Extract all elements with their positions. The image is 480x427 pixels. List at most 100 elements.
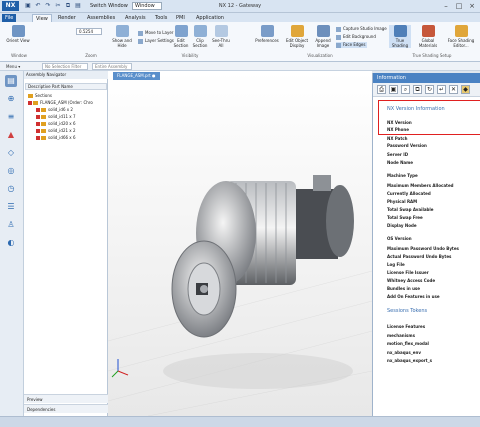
folder-icon — [28, 94, 33, 98]
maximize-button[interactable]: □ — [453, 1, 465, 11]
refresh-icon[interactable]: ↻ — [425, 85, 434, 94]
background-icon — [336, 34, 341, 40]
checkbox-icon — [36, 115, 40, 119]
dependencies-panel-header[interactable]: Dependencies — [24, 404, 108, 413]
information-window: Information ⎙ ▣ ⌕ ⧉ ↻ ↵ ✕ ◆ NX Version I… — [372, 73, 480, 416]
info-row: Actual Password Undo Bytes — [387, 254, 452, 259]
capture-studio-image-button[interactable]: Capture Studio Image — [336, 26, 387, 32]
preferences-button[interactable]: Preferences — [254, 25, 280, 43]
layer-settings-button[interactable]: Layer Settings — [138, 38, 174, 44]
append-image-icon — [316, 25, 330, 37]
find-icon[interactable]: ⌕ — [401, 85, 410, 94]
tab-application[interactable]: Application — [193, 14, 227, 22]
window-title: NX 12 - Gateway — [218, 3, 262, 9]
orient-view-button[interactable]: Orient View — [6, 25, 30, 43]
see-thru-all-button[interactable]: See-Thru All — [211, 25, 231, 48]
edit-background-button[interactable]: Edit Background — [336, 34, 376, 40]
info-row: Display Node — [387, 223, 417, 228]
ribbon: Orient View Window 0.5254 Zoom Show and … — [0, 22, 480, 62]
info-row: NX Patch — [387, 136, 408, 141]
info-row: Node Name — [387, 160, 413, 165]
section-icon — [174, 25, 188, 37]
close-button[interactable]: × — [466, 1, 478, 11]
save-icon[interactable]: ▣ — [389, 85, 398, 94]
tree-item-sections[interactable]: Sections — [28, 92, 52, 99]
true-shading-icon — [393, 25, 407, 37]
global-materials-button[interactable]: Global Materials — [417, 25, 439, 48]
minimize-button[interactable]: – — [440, 1, 452, 11]
hd3d-tools-icon[interactable]: ◇ — [5, 147, 17, 159]
append-image-button[interactable]: Append Image — [312, 25, 334, 48]
show-hide-icon — [115, 25, 129, 37]
roles-icon[interactable]: ♙ — [5, 219, 17, 231]
tab-analysis[interactable]: Analysis — [122, 14, 149, 22]
constraint-navigator-icon[interactable]: ⊕ — [5, 93, 17, 105]
clip-section-icon — [193, 25, 207, 37]
checkbox-icon — [36, 122, 40, 126]
assembly-navigator-icon[interactable]: ▤ — [5, 75, 17, 87]
checkbox-icon — [36, 136, 40, 140]
tree-item-root-assembly[interactable]: FLANGE_ASM (Order: Chro — [28, 99, 93, 106]
print-icon[interactable]: ⎙ — [377, 85, 386, 94]
info-row: NX Version — [387, 120, 412, 125]
info-row: Maximum Members Allocated — [387, 183, 454, 188]
part-icon — [41, 122, 46, 126]
info-row: Whitney Access Code — [387, 278, 436, 283]
preview-panel-header[interactable]: Preview — [24, 394, 108, 403]
edit-section-button[interactable]: Edit Section — [172, 25, 190, 48]
info-row: Log File — [387, 262, 405, 267]
part-icon — [41, 129, 46, 133]
information-title: Information — [373, 73, 480, 83]
part-icon — [41, 108, 46, 112]
menu-button[interactable]: Menu ▾ — [6, 63, 20, 70]
tab-tools[interactable]: Tools — [152, 14, 170, 22]
face-edges-button[interactable]: Face Edges — [336, 42, 368, 48]
tree-item-part[interactable]: solid_id11 x 7 — [36, 113, 76, 120]
ribbon-tabs: File View Render Assemblies Analysis Too… — [0, 13, 480, 22]
model-viewport[interactable] — [108, 71, 372, 416]
tree-item-part[interactable]: solid_id21 x 2 — [36, 127, 76, 134]
tab-render[interactable]: Render — [55, 14, 79, 22]
info-row: Server ID — [387, 152, 409, 157]
tab-file[interactable]: File — [2, 14, 17, 22]
visibility-group-label: Visibility — [181, 53, 199, 58]
tab-view[interactable]: View — [32, 14, 52, 22]
show-and-hide-button[interactable]: Show and Hide — [110, 25, 134, 48]
tree-item-part[interactable]: solid_id66 x 6 — [36, 134, 76, 141]
part-navigator-icon[interactable]: ≡ — [5, 111, 17, 123]
move-to-layer-button[interactable]: Move to Layer — [138, 30, 173, 36]
web-browser-icon[interactable]: ◎ — [5, 165, 17, 177]
visualization-group-label: Visualization — [307, 53, 333, 58]
info-row: Machine Type — [387, 173, 418, 178]
assembly-scope-dropdown[interactable]: Entire Assembly — [92, 63, 132, 70]
selection-filter-dropdown[interactable]: No Selection Filter — [42, 63, 88, 70]
assembly-navigator: Assembly Navigator Descriptive Part Name… — [24, 71, 108, 416]
tab-pmi[interactable]: PMI — [173, 14, 188, 22]
graphics-window[interactable]: FLANGE_ASM.prt ● — [108, 71, 372, 416]
wrap-icon[interactable]: ↵ — [437, 85, 446, 94]
info-row: nx_abaqus_env — [387, 350, 421, 355]
tree-item-part[interactable]: solid_id20 x 6 — [36, 120, 76, 127]
system-scene-icon[interactable]: ◐ — [5, 237, 17, 249]
true-shading-button[interactable]: True Shading — [389, 25, 411, 48]
column-header[interactable]: Descriptive Part Name — [25, 83, 107, 90]
info-row: nx_abaqus_export_s — [387, 358, 432, 363]
close-icon[interactable]: ✕ — [449, 85, 458, 94]
tree-item-part[interactable]: solid_id6 x 2 — [36, 106, 73, 113]
face-shading-editor-button[interactable]: Face Shading Editor... — [445, 25, 477, 48]
edit-object-display-button[interactable]: Edit Object Display — [284, 25, 310, 48]
flange-assembly-model — [171, 175, 354, 338]
navigator-title: Assembly Navigator — [24, 71, 108, 79]
info-row: NX Phone — [387, 127, 409, 132]
copy-icon[interactable]: ⧉ — [413, 85, 422, 94]
zoom-field[interactable]: 0.5254 — [76, 28, 102, 35]
tab-assemblies[interactable]: Assemblies — [84, 14, 118, 22]
section-title: Sessions Tokens — [387, 308, 428, 314]
history-icon[interactable]: ◷ — [5, 183, 17, 195]
clip-section-button[interactable]: Clip Section — [191, 25, 209, 48]
reuse-library-icon[interactable]: ▲ — [5, 129, 17, 141]
process-studio-icon[interactable]: ☰ — [5, 201, 17, 213]
section-title: NX Version Information — [387, 106, 445, 112]
info-row: Physical RAM — [387, 199, 418, 204]
options-icon[interactable]: ◆ — [461, 85, 470, 94]
